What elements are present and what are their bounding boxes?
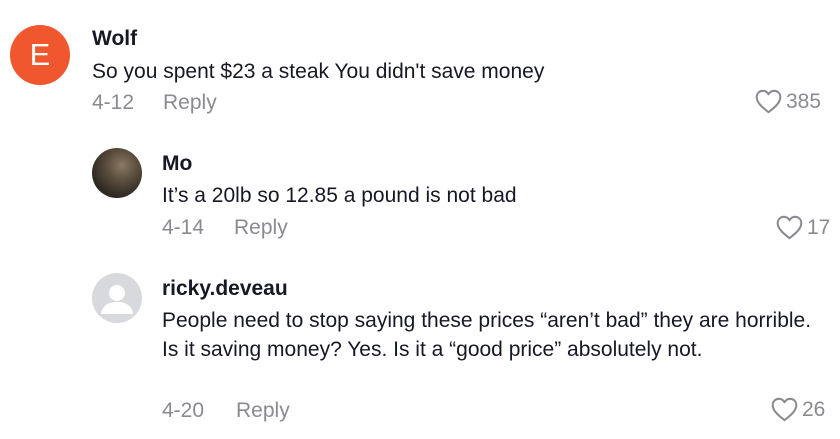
comment-date: 4-20 [162,399,205,422]
comment-date: 4-12 [92,91,135,114]
heart-outline-icon [755,89,782,114]
comment-date: 4-14 [162,216,205,239]
like-button[interactable]: 17 [776,215,830,240]
like-count: 17 [807,215,831,239]
reply-button[interactable]: Reply [163,91,217,115]
comment-text: So you spent $23 a steak You didn't save… [92,60,545,83]
user-silhouette-icon [101,285,133,314]
comment-item: E Wolf So you spent $23 a steak You didn… [0,0,840,130]
avatar[interactable] [92,273,142,323]
reply-button[interactable]: Reply [236,399,290,423]
comment-text: People need to stop saying these prices … [162,309,812,361]
comment-username[interactable]: Mo [162,152,192,176]
like-button[interactable]: 26 [771,397,825,422]
comment-item: Mo It’s a 20lb so 12.85 a pound is not b… [0,130,840,255]
comment-username[interactable]: Wolf [92,27,137,51]
heart-outline-icon [771,397,798,422]
comment-username[interactable]: ricky.deveau [162,277,288,301]
heart-outline-icon [776,215,803,240]
comment-item: ricky.deveau People need to stop saying … [0,255,840,439]
avatar[interactable] [92,148,142,198]
comment-text: It’s a 20lb so 12.85 a pound is not bad [162,184,517,207]
like-button[interactable]: 385 [755,89,821,114]
reply-button[interactable]: Reply [234,216,288,240]
avatar[interactable]: E [10,25,70,85]
like-count: 26 [802,397,826,421]
like-count: 385 [786,89,822,113]
